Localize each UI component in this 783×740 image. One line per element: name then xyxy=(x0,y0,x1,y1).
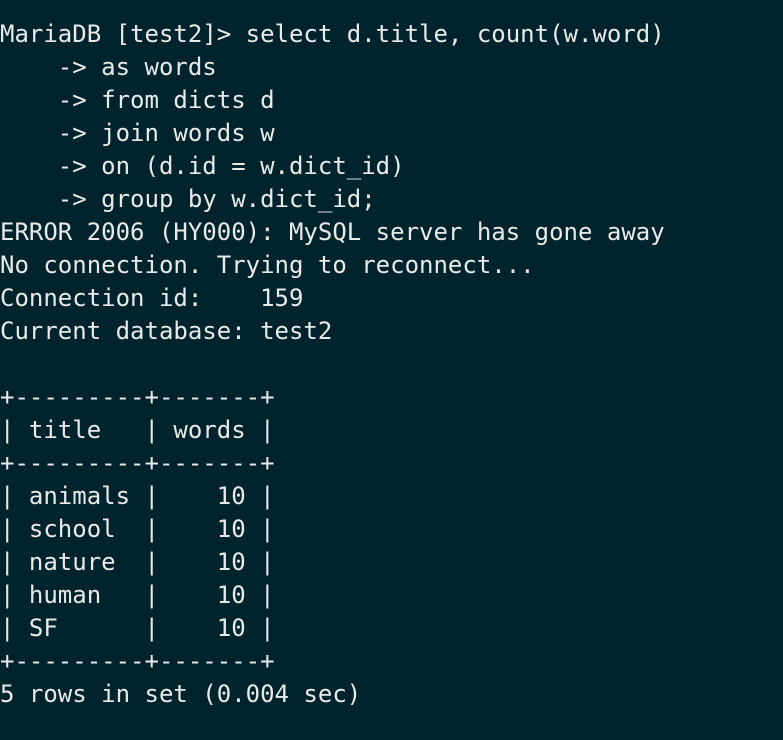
table-row: | animals | 10 | xyxy=(0,482,275,510)
sql-continuation-line: -> on (d.id = w.dict_id) xyxy=(0,152,405,180)
sql-continuation-line: -> group by w.dict_id; xyxy=(0,185,376,213)
table-row: | school | 10 | xyxy=(0,515,275,543)
table-border-header: +---------+-------+ xyxy=(0,449,275,477)
error-message-line: ERROR 2006 (HY000): MySQL server has gon… xyxy=(0,218,665,246)
table-border-top: +---------+-------+ xyxy=(0,383,275,411)
sql-prompt-line: MariaDB [test2]> select d.title, count(w… xyxy=(0,20,665,48)
connection-id-line: Connection id: 159 xyxy=(0,284,304,312)
table-header-row: | title | words | xyxy=(0,416,275,444)
table-row: | SF | 10 | xyxy=(0,614,275,642)
current-database-line: Current database: test2 xyxy=(0,317,333,345)
table-row: | nature | 10 | xyxy=(0,548,275,576)
reconnect-message-line: No connection. Trying to reconnect... xyxy=(0,251,535,279)
result-summary-line: 5 rows in set (0.004 sec) xyxy=(0,680,362,708)
sql-continuation-line: -> as words xyxy=(0,53,217,81)
sql-continuation-line: -> from dicts d xyxy=(0,86,275,114)
table-border-bottom: +---------+-------+ xyxy=(0,647,275,675)
terminal-window[interactable]: MariaDB [test2]> select d.title, count(w… xyxy=(0,0,783,740)
table-row: | human | 10 | xyxy=(0,581,275,609)
sql-continuation-line: -> join words w xyxy=(0,119,275,147)
